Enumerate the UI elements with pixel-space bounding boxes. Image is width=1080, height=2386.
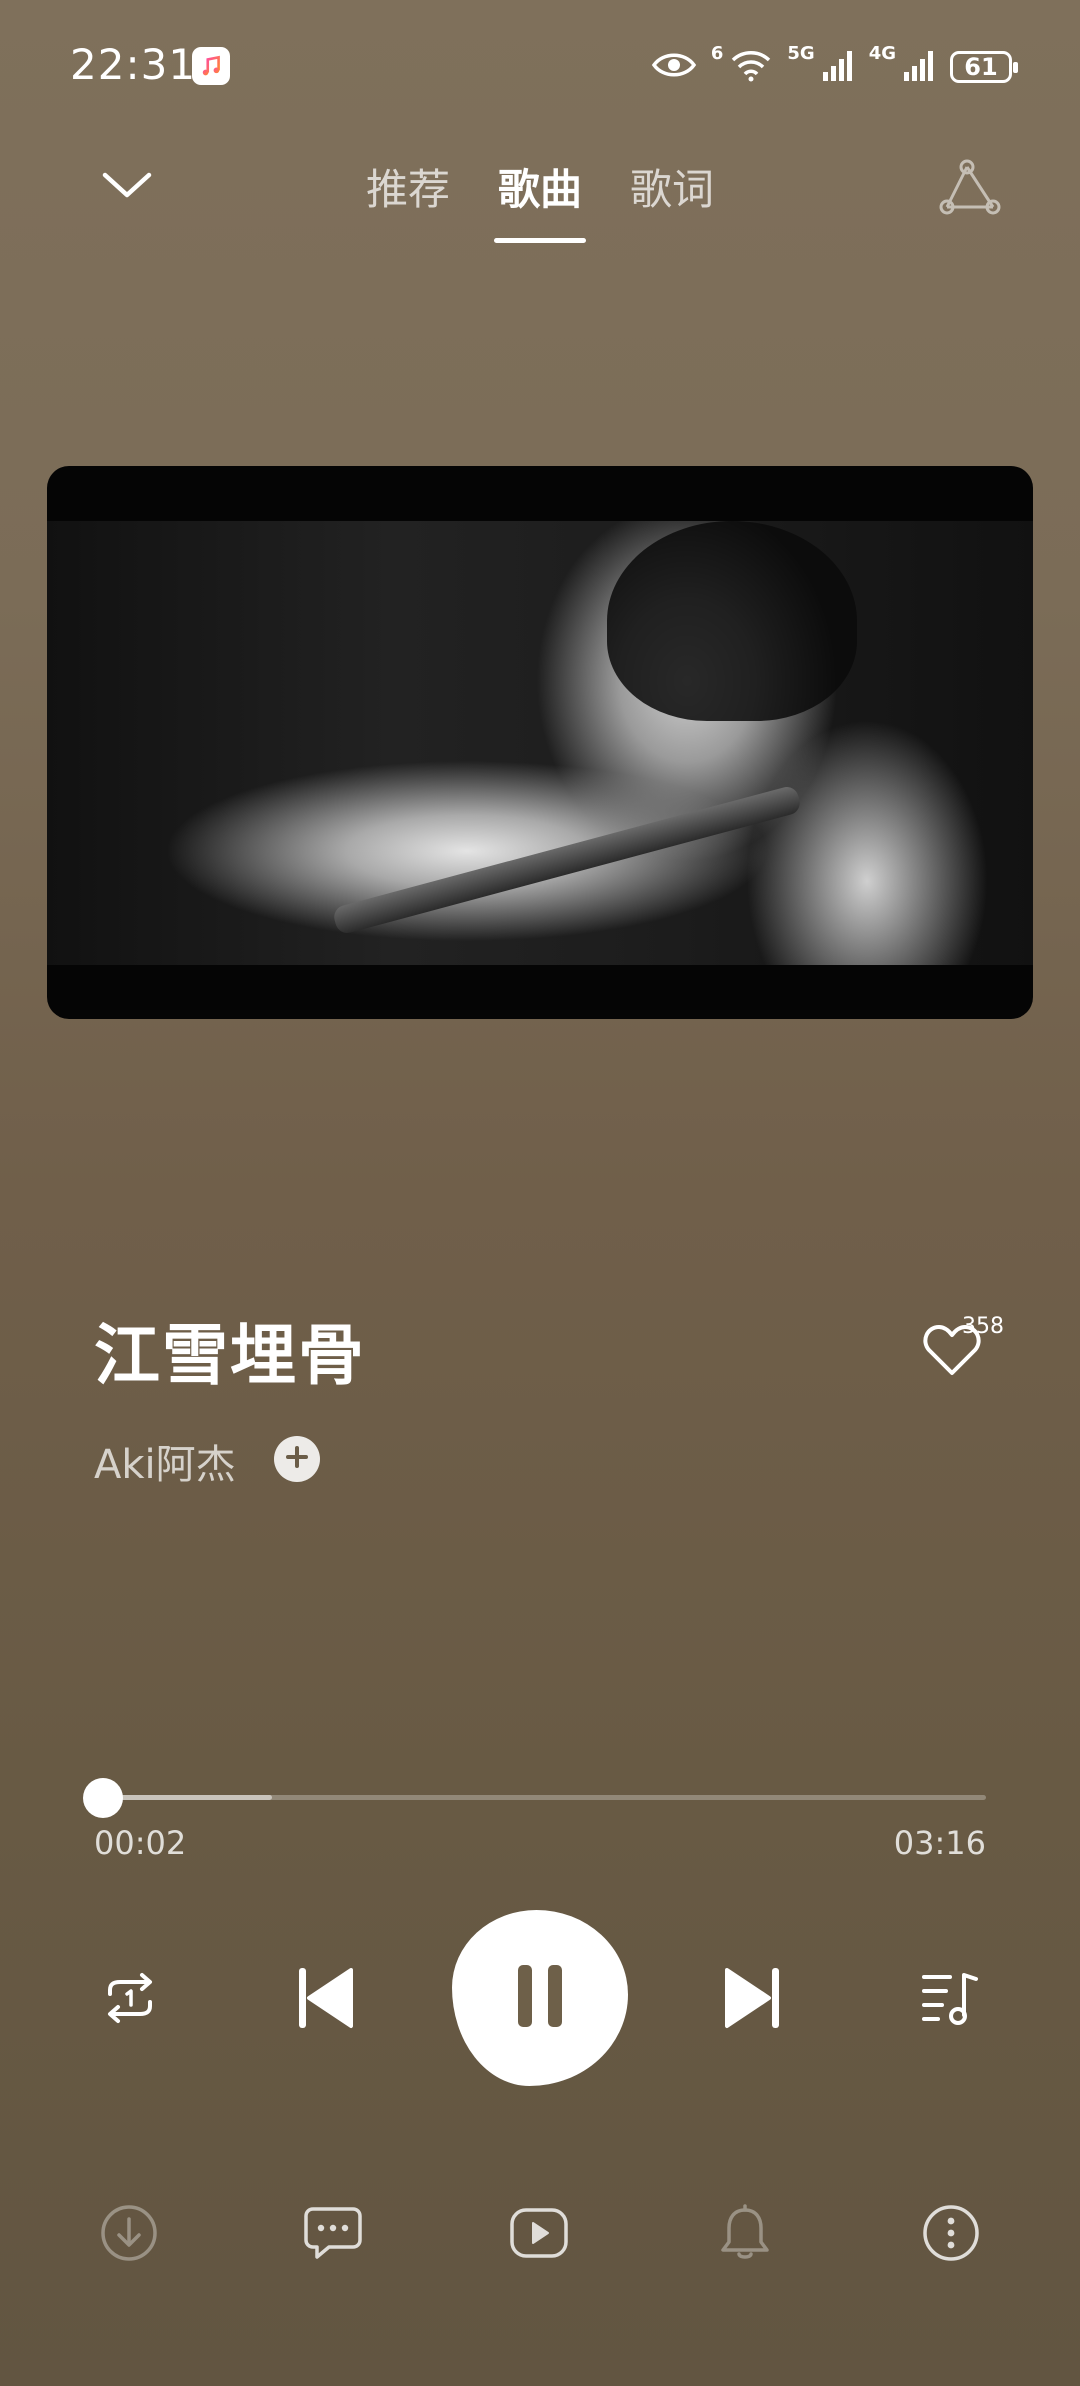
status-time: 22:31: [70, 40, 197, 89]
video-button[interactable]: [504, 2200, 574, 2270]
next-button[interactable]: [718, 1955, 788, 2045]
download-icon: [100, 2204, 158, 2266]
download-button[interactable]: [94, 2200, 164, 2270]
playlist-button[interactable]: [910, 1960, 990, 2040]
net-4g-label: 4G: [868, 42, 896, 64]
bell-icon: [719, 2204, 771, 2266]
follow-artist-button[interactable]: [274, 1436, 320, 1482]
wifi-icon: [729, 48, 773, 86]
video-frame-image: [47, 521, 1033, 965]
more-button[interactable]: [916, 2200, 986, 2270]
battery-indicator: 61: [950, 51, 1018, 83]
progress-bar[interactable]: [82, 1778, 986, 1818]
previous-icon: [295, 1966, 355, 2034]
tab-recommend[interactable]: 推荐: [366, 150, 450, 243]
artist-name[interactable]: Aki阿杰: [94, 1432, 236, 1490]
tab-lyrics[interactable]: 歌词: [630, 150, 714, 243]
elapsed-time: 00:02: [94, 1824, 187, 1862]
share-button[interactable]: [930, 150, 1010, 230]
music-video-player[interactable]: [47, 466, 1033, 1019]
eye-icon: [651, 50, 697, 84]
music-note-icon: [192, 47, 230, 85]
signal-4g-icon: [902, 48, 936, 86]
previous-button[interactable]: [290, 1955, 360, 2045]
signal-5g-icon: [821, 48, 855, 86]
pause-icon: [510, 1963, 570, 2033]
next-icon: [723, 1966, 783, 2034]
song-title: 江雪埋骨: [94, 1317, 366, 1394]
bottom-toolbar: [0, 2200, 1080, 2270]
header-tabs: 推荐 歌曲 歌词: [0, 150, 1080, 243]
status-icons: 6 5G 4G 61: [651, 40, 1018, 94]
ringtone-button[interactable]: [710, 2200, 780, 2270]
video-figure-shape: [607, 521, 857, 721]
net-5g-label: 5G: [787, 42, 815, 64]
plus-icon: [284, 1444, 310, 1474]
repeat-button[interactable]: [90, 1960, 170, 2040]
repeat-icon: [98, 1972, 162, 2028]
like-count: 358: [962, 1314, 1004, 1339]
comment-icon: [303, 2205, 363, 2265]
more-icon: [922, 2204, 980, 2266]
progress-thumb[interactable]: [82, 1778, 123, 1818]
tab-song[interactable]: 歌曲: [493, 150, 587, 243]
playlist-icon: [920, 1969, 980, 2031]
video-icon: [509, 2206, 569, 2264]
wifi-standard-label: 6: [710, 42, 724, 64]
total-time: 03:16: [893, 1824, 986, 1862]
comment-button[interactable]: [298, 2200, 368, 2270]
play-pause-button[interactable]: [452, 1910, 628, 2086]
share-icon: [937, 157, 1003, 223]
